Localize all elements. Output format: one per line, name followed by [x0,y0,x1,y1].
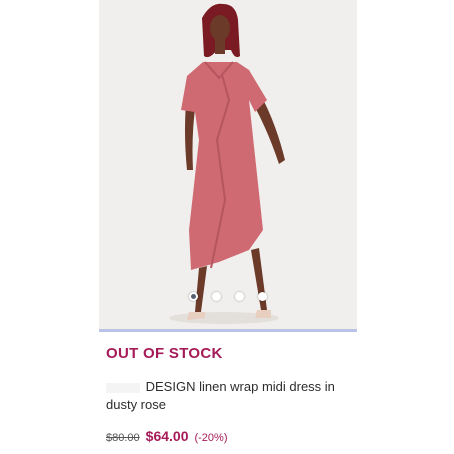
product-info: OUT OF STOCK DESIGN linen wrap midi dres… [106,345,351,444]
gallery-dot-1[interactable] [189,291,198,301]
discount-badge: (-20%) [194,432,228,444]
original-price: $80.00 [106,432,140,444]
gallery-dot-2[interactable] [212,291,221,301]
product-page: OUT OF STOCK DESIGN linen wrap midi dres… [99,0,357,454]
gallery-pagination [99,289,357,303]
product-title-row: DESIGN linen wrap midi dress in dusty ro… [106,378,351,414]
stock-status: OUT OF STOCK [106,345,223,362]
gallery-dot-4[interactable] [258,291,267,301]
price-row: $80.00 $64.00 (-20%) [106,428,351,444]
brand-redaction [106,382,140,393]
current-price: $64.00 [145,428,189,444]
gallery-dot-3[interactable] [235,291,244,301]
product-image [99,0,357,330]
product-image-gallery[interactable] [99,0,357,330]
product-title: DESIGN linen wrap midi dress in dusty ro… [106,379,335,412]
gallery-divider [99,329,357,332]
